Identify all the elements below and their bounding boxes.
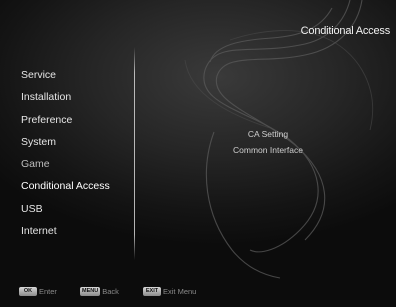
ok-key-icon: OK <box>19 286 37 296</box>
footer-hints: OK Enter MENU Back EXIT Exit Menu <box>0 284 396 300</box>
main-menu: Service Installation Preference System G… <box>21 64 110 242</box>
tv-menu-screen: Conditional Access Service Installation … <box>0 0 396 307</box>
menu-item-preference[interactable]: Preference <box>21 109 110 131</box>
submenu: CA Setting Common Interface <box>200 126 336 158</box>
menu-item-conditional-access[interactable]: Conditional Access <box>21 175 110 197</box>
hint-label: Back <box>102 286 119 296</box>
hint-menu-back[interactable]: MENU Back <box>80 284 119 298</box>
menu-item-service[interactable]: Service <box>21 64 110 86</box>
menu-divider <box>134 47 135 260</box>
menu-key-icon: MENU <box>80 286 101 296</box>
hint-label: Exit Menu <box>163 286 197 296</box>
menu-item-system[interactable]: System <box>21 131 110 153</box>
submenu-item-common-interface[interactable]: Common Interface <box>200 142 336 158</box>
exit-key-icon: EXIT <box>143 286 161 296</box>
submenu-item-ca-setting[interactable]: CA Setting <box>200 126 336 142</box>
hint-exit-menu[interactable]: EXIT Exit Menu <box>143 284 196 298</box>
hint-ok-enter[interactable]: OK Enter <box>19 284 57 298</box>
hint-label: Enter <box>39 286 57 296</box>
menu-item-game[interactable]: Game <box>21 153 110 175</box>
page-title: Conditional Access <box>300 25 391 37</box>
menu-item-internet[interactable]: Internet <box>21 220 110 242</box>
menu-item-usb[interactable]: USB <box>21 198 110 220</box>
menu-item-installation[interactable]: Installation <box>21 86 110 108</box>
